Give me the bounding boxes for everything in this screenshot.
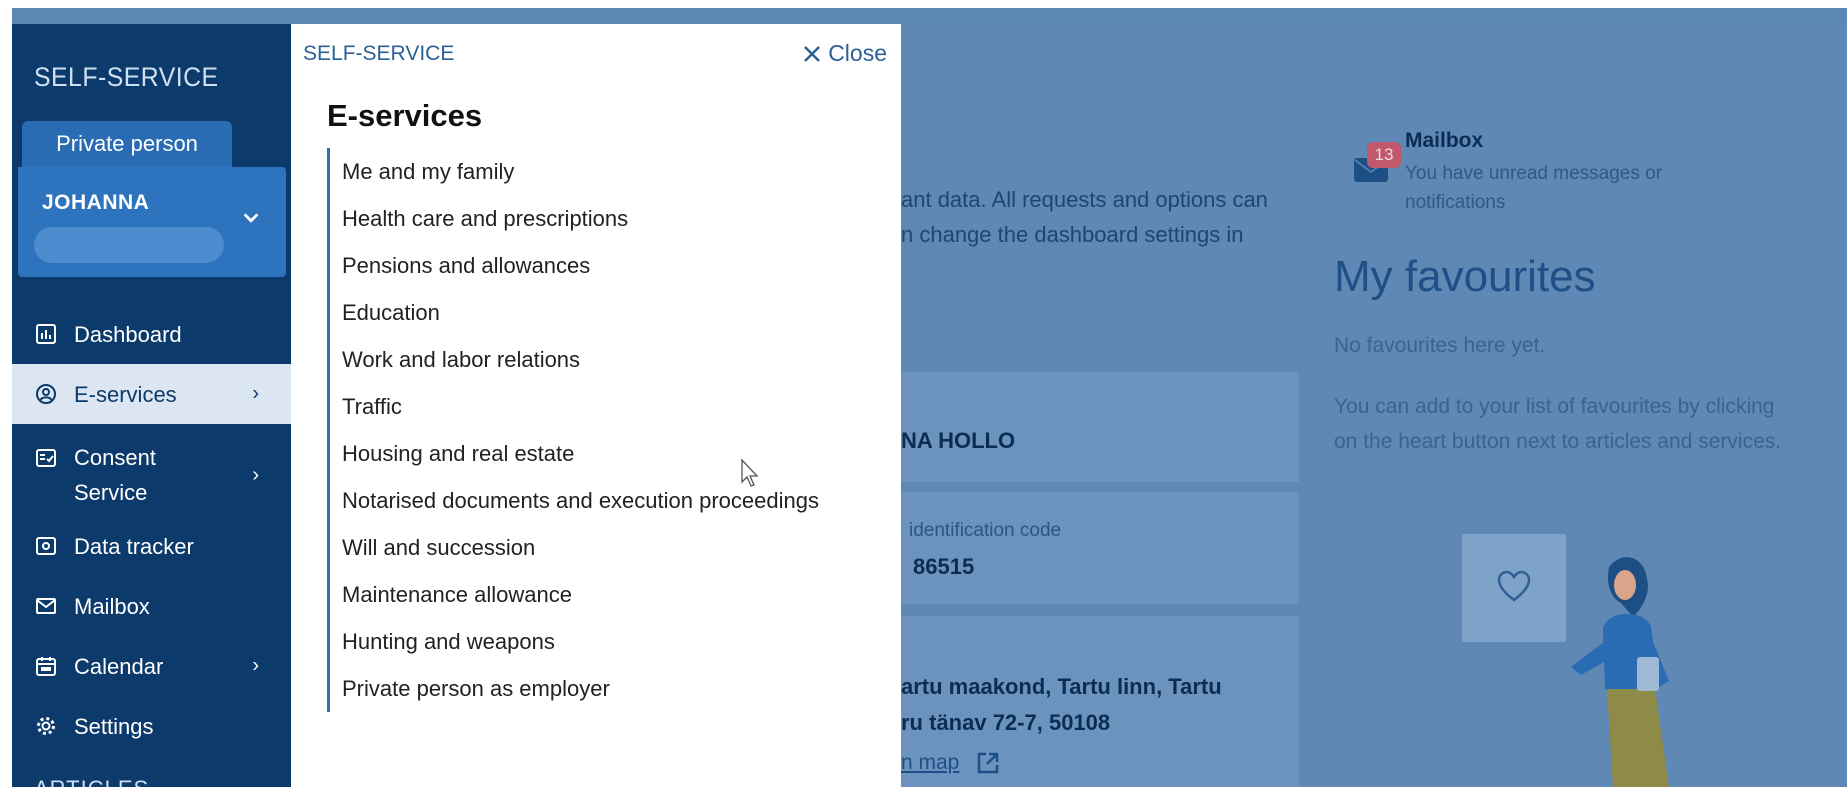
e-service-link[interactable]: Me and my family [342, 148, 819, 195]
consent-icon [34, 446, 58, 470]
heart-icon [1497, 570, 1531, 602]
id-code-card: identification code 86515 [901, 492, 1299, 604]
woman-illustration [1571, 557, 1669, 787]
close-button[interactable]: Close [802, 40, 887, 67]
map-link[interactable]: n map [901, 750, 1001, 776]
id-code-value: 86515 [913, 554, 975, 579]
flyout-brand: SELF-SERVICE [303, 42, 455, 65]
mailbox-description: You have unread messages or notification… [1405, 163, 1663, 213]
top-margin [0, 0, 1847, 8]
sidebar-item-data-tracker[interactable]: Data tracker [12, 516, 291, 576]
e-service-link[interactable]: Maintenance allowance [342, 571, 819, 618]
e-services-list: Me and my family Health care and prescri… [327, 148, 819, 712]
chevron-down-icon [243, 213, 259, 223]
eye-icon [34, 534, 58, 558]
address-card: artu maakond, Tartu linn, Tartu ru tänav… [901, 616, 1299, 787]
chevron-right-icon: › [252, 654, 259, 677]
sidebar-item-label: Calendar [74, 653, 164, 679]
e-service-link[interactable]: Health care and prescriptions [342, 195, 819, 242]
calendar-icon [34, 654, 58, 678]
chevron-right-icon: › [252, 464, 259, 486]
sidebar: SELF-SERVICE Private person JOHANNA Dash… [12, 24, 291, 787]
e-service-link[interactable]: Will and succession [342, 524, 819, 571]
user-switcher[interactable]: JOHANNA [18, 167, 286, 277]
sidebar-item-label: Mailbox [74, 593, 150, 619]
sidebar-item-calendar[interactable]: Calendar › [12, 636, 291, 696]
mouse-cursor-icon [741, 458, 759, 487]
role-tab[interactable]: Private person [22, 121, 232, 167]
user-circle-icon [34, 382, 58, 406]
person-name: NA HOLLO [901, 428, 1016, 453]
sidebar-item-label: Dashboard [74, 321, 182, 347]
flyout-title: E-services [327, 98, 483, 133]
map-link-label: n map [901, 751, 960, 774]
sidebar-item-mailbox[interactable]: Mailbox [12, 576, 291, 636]
e-service-link[interactable]: Work and labor relations [342, 336, 819, 383]
sidebar-item-consent-service[interactable]: Consent Service › [12, 424, 291, 516]
intro-line: n change the dashboard settings in [901, 222, 1244, 247]
sidebar-item-settings[interactable]: Settings [12, 696, 291, 756]
user-subtitle-redacted [34, 227, 224, 263]
dashboard-icon [34, 322, 58, 346]
sidebar-item-dashboard[interactable]: Dashboard [12, 304, 291, 364]
id-code-label: identification code [909, 520, 1062, 541]
address-line: ru tänav 72-7, 50108 [901, 710, 1111, 735]
sidebar-nav: Dashboard E-services › Consent Service › [12, 304, 291, 756]
intro-line: ant data. All requests and options can [901, 187, 1268, 212]
intro-text: ant data. All requests and options can n… [901, 182, 1268, 252]
sidebar-item-e-services[interactable]: E-services › [12, 364, 291, 424]
top-strip [12, 8, 1847, 24]
e-service-link[interactable]: Traffic [342, 383, 819, 430]
envelope-icon [34, 594, 58, 618]
favourites-help-text: You can add to your list of favourites b… [1334, 395, 1782, 453]
address-line: artu maakond, Tartu linn, Tartu [901, 674, 1222, 699]
unread-count-badge: 13 [1367, 142, 1401, 168]
external-link-icon [978, 752, 999, 774]
e-service-link[interactable]: Education [342, 289, 819, 336]
e-service-link[interactable]: Pensions and allowances [342, 242, 819, 289]
dashboard-content-dimmed: ant data. All requests and options can n… [901, 24, 1847, 787]
sidebar-brand: SELF-SERVICE [34, 62, 219, 92]
articles-heading: ARTICLES [34, 776, 149, 787]
close-icon [804, 45, 821, 62]
chevron-right-icon: › [252, 382, 259, 405]
sidebar-item-label: Consent Service [74, 445, 156, 505]
sidebar-item-label: E-services [74, 381, 177, 407]
sidebar-item-label: Settings [74, 713, 154, 739]
e-service-link[interactable]: Hunting and weapons [342, 618, 819, 665]
person-name-card: NA HOLLO [901, 372, 1299, 482]
app-window: SELF-SERVICE Private person JOHANNA Dash… [0, 0, 1847, 787]
sidebar-item-label: Data tracker [74, 533, 194, 559]
user-name: JOHANNA [42, 191, 150, 214]
e-services-flyout: SELF-SERVICE Close E-services Me and my … [291, 24, 901, 787]
close-label: Close [828, 40, 887, 66]
gear-icon [34, 714, 58, 738]
favourites-empty-text: No favourites here yet. [1334, 334, 1546, 357]
mailbox-title[interactable]: Mailbox [1405, 129, 1483, 153]
favourites-title: My favourites [1334, 252, 1596, 301]
e-service-link[interactable]: Private person as employer [342, 665, 819, 712]
